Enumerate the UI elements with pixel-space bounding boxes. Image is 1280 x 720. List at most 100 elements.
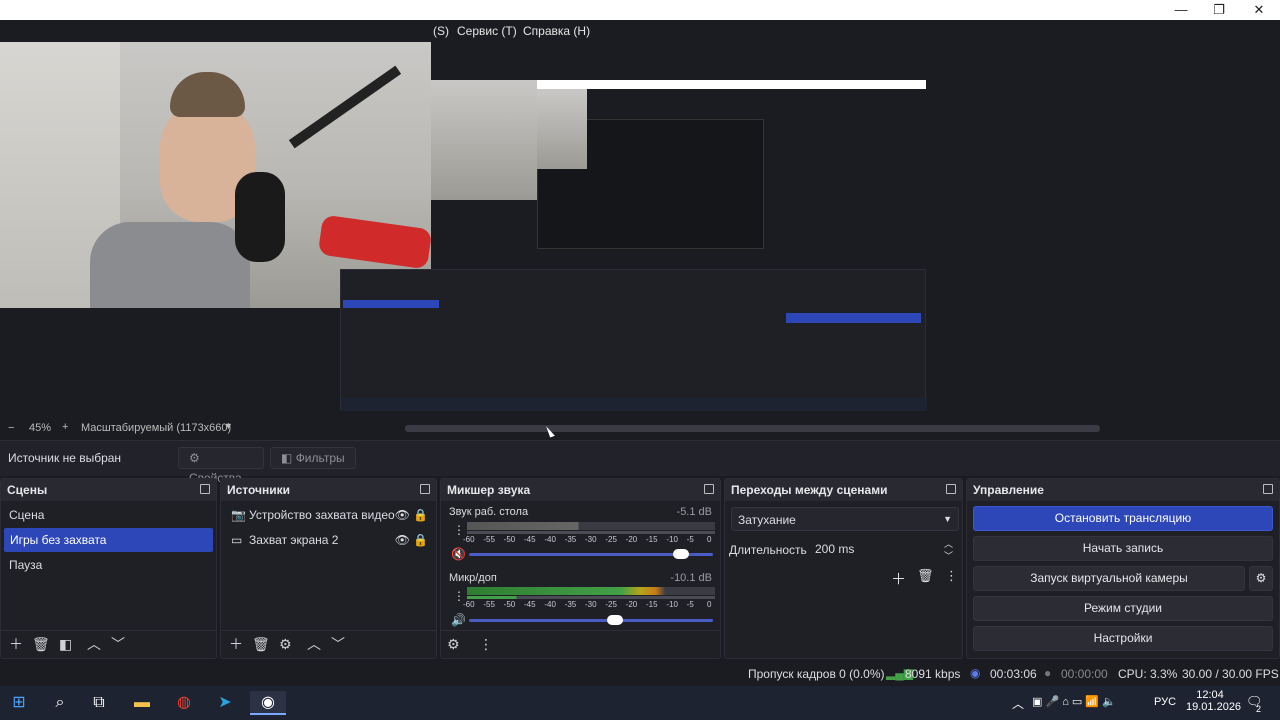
close-button[interactable]: ✕ xyxy=(1240,0,1278,20)
zoom-out-button[interactable]: − xyxy=(8,422,14,434)
tick-label: 0 xyxy=(707,535,712,544)
menu-item-partial[interactable]: (S) xyxy=(433,22,449,40)
undock-icon[interactable] xyxy=(704,484,714,494)
filter-icon[interactable]: ◧ xyxy=(59,637,72,651)
tick-label: 0 xyxy=(707,600,712,609)
status-bar: Пропуск кадров 0 (0.0%) ▂▄▆ 8091 kbps ◉ … xyxy=(0,662,1280,686)
transition-selected-value: Затухание xyxy=(738,513,796,527)
stop-stream-button[interactable]: Остановить трансляцию xyxy=(973,506,1273,531)
speaker-icon[interactable]: 🔊 xyxy=(451,613,466,627)
task-view-icon[interactable]: ⧉ xyxy=(86,691,112,715)
scene-item-selected[interactable]: Игры без захвата xyxy=(4,528,213,552)
virtual-camera-settings-button[interactable]: ⚙ xyxy=(1249,566,1273,591)
channel-name: Звук раб. стола xyxy=(449,506,529,518)
clock-time: 12:04 xyxy=(1196,689,1224,701)
eye-icon[interactable]: 👁 xyxy=(395,528,410,552)
nested-titlebar xyxy=(537,80,926,89)
preview-canvas[interactable] xyxy=(0,42,1280,420)
trash-icon[interactable]: 🗑 xyxy=(252,637,270,651)
undock-icon[interactable] xyxy=(420,484,430,494)
tick-label: -5 xyxy=(686,600,694,609)
transition-select[interactable]: Затухание ▼ xyxy=(731,507,959,531)
settings-button[interactable]: Настройки xyxy=(973,626,1273,651)
clock[interactable]: 12:04 19.01.2026 xyxy=(1186,689,1241,713)
restore-button[interactable]: ❐ xyxy=(1200,0,1238,20)
tick-label: -30 xyxy=(585,600,597,609)
chevron-up-icon[interactable]: ︿ xyxy=(307,637,321,651)
chevron-up-icon[interactable]: ︿ xyxy=(87,637,101,651)
source-item[interactable]: 📷 Устройство захвата видео 👁 🔒 xyxy=(223,503,434,527)
tray-chevron-icon[interactable]: ︿ xyxy=(1012,695,1024,712)
scene-item[interactable]: Сцена xyxy=(3,503,214,527)
add-icon[interactable]: ＋ xyxy=(229,637,243,651)
chevron-down-icon[interactable]: ▼ xyxy=(224,421,233,431)
filters-button[interactable]: ◧ Фильтры xyxy=(270,447,356,469)
chevron-down-icon[interactable]: ﹀ xyxy=(111,637,125,651)
zoom-in-button[interactable]: + xyxy=(62,421,68,433)
scale-mode-label[interactable]: Масштабируемый (1173x660) xyxy=(81,422,231,434)
controls-dock: Управление Остановить трансляцию Начать … xyxy=(966,478,1280,659)
title-bar: — ❐ ✕ xyxy=(0,0,1280,20)
tick-label: -10 xyxy=(666,535,678,544)
volume-slider[interactable] xyxy=(469,549,713,559)
eye-icon[interactable]: 👁 xyxy=(395,503,410,527)
tick-label: -50 xyxy=(503,535,516,544)
obs-icon[interactable]: ◉ xyxy=(250,691,286,715)
undock-icon[interactable] xyxy=(946,484,956,494)
studio-mode-button[interactable]: Режим студии xyxy=(973,596,1273,621)
muted-speaker-icon[interactable]: 🔇 xyxy=(451,547,466,561)
chevron-down-icon[interactable]: ﹀ xyxy=(944,549,953,562)
tick-label: -50 xyxy=(503,600,516,609)
broadcast-icon: ◉ xyxy=(970,666,981,680)
scene-item[interactable]: Пауза xyxy=(3,553,214,577)
properties-button[interactable]: ⚙ Свойства xyxy=(178,447,264,485)
gear-icon[interactable]: ⚙ xyxy=(279,637,292,651)
chevron-down-icon[interactable]: ﹀ xyxy=(331,637,345,651)
add-icon[interactable]: ＋ xyxy=(891,568,906,589)
trash-icon[interactable]: 🗑 xyxy=(917,568,934,584)
start-record-button[interactable]: Начать запись xyxy=(973,536,1273,561)
tray-icons[interactable]: ▣ 🎤 ⌂ ▭ 📶 🔈 xyxy=(1032,695,1116,708)
kebab-icon[interactable]: ⋮ xyxy=(479,637,493,651)
kebab-icon[interactable]: ⋮ xyxy=(945,568,958,584)
source-label: Устройство захвата видео xyxy=(249,508,395,522)
zoom-bar: − 45% + Масштабируемый (1173x660) ▼ xyxy=(0,420,1280,438)
chevron-down-icon: ▼ xyxy=(943,514,952,524)
stream-time: 00:03:06 xyxy=(990,667,1037,681)
lock-icon[interactable]: 🔒 xyxy=(413,503,428,527)
filter-icon: ◧ xyxy=(281,451,293,465)
fps: 30.00 / 30.00 FPS xyxy=(1182,667,1279,681)
tick-label: -60 xyxy=(463,535,475,544)
filters-label: Фильтры xyxy=(295,451,345,465)
volume-slider-thumb[interactable] xyxy=(607,615,624,625)
camera-icon: 📷 xyxy=(231,508,246,522)
minimize-button[interactable]: — xyxy=(1162,0,1200,20)
duration-spinbox[interactable]: 200 ms ︿ ﹀ xyxy=(811,537,959,561)
notification-count: 2 xyxy=(1256,704,1262,714)
chrome-icon[interactable]: ◍ xyxy=(171,691,197,715)
file-explorer-icon[interactable]: ▬ xyxy=(129,691,155,715)
gear-icon: ⚙ xyxy=(1255,571,1267,585)
horizontal-scrollbar[interactable] xyxy=(405,425,1100,432)
menu-bar: (S) Сервис (T) Справка (H) xyxy=(0,20,1280,42)
menu-item-help[interactable]: Справка (H) xyxy=(523,22,590,40)
volume-slider[interactable] xyxy=(469,615,713,625)
duration-value: 200 ms xyxy=(815,542,855,556)
scenes-dock: Сцены Сцена Игры без захвата Пауза ＋ 🗑 ◧… xyxy=(0,478,217,659)
trash-icon[interactable]: 🗑 xyxy=(32,637,50,651)
add-icon[interactable]: ＋ xyxy=(9,637,23,651)
volume-slider-thumb[interactable] xyxy=(673,549,690,559)
telegram-icon[interactable]: ➤ xyxy=(212,691,238,715)
zoom-value: 45% xyxy=(29,422,52,434)
source-item[interactable]: ▭ Захват экрана 2 👁 🔒 xyxy=(223,528,434,552)
nested-docks xyxy=(340,269,927,411)
search-icon[interactable]: ⌕ xyxy=(47,691,73,715)
virtual-camera-button[interactable]: Запуск виртуальной камеры xyxy=(973,566,1245,591)
lock-icon[interactable]: 🔒 xyxy=(413,528,428,552)
menu-item-service[interactable]: Сервис (T) xyxy=(457,22,517,40)
undock-icon[interactable] xyxy=(200,484,210,494)
gear-icon[interactable]: ⚙ xyxy=(447,637,460,651)
language-indicator[interactable]: РУС xyxy=(1154,696,1176,708)
undock-icon[interactable] xyxy=(1263,484,1273,494)
windows-start-icon[interactable]: ⊞ xyxy=(6,691,32,715)
